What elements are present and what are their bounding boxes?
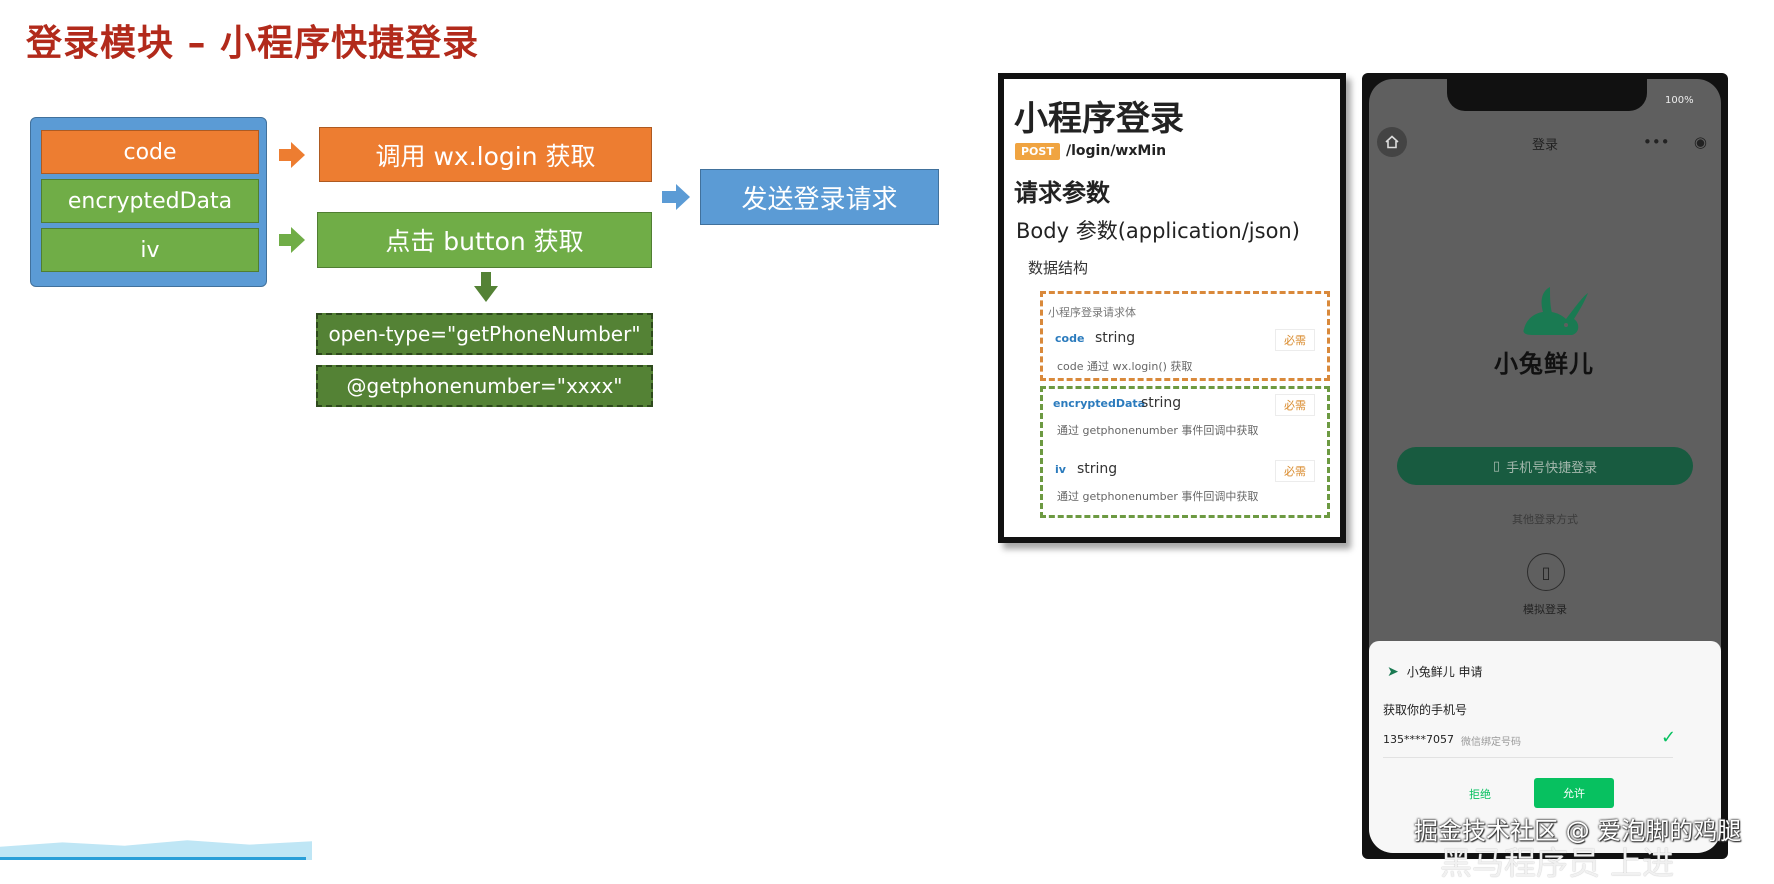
close-mini-program-icon[interactable]: ◉ <box>1694 133 1707 151</box>
battery-level: 100% <box>1665 95 1694 106</box>
arrow-right-icon <box>279 142 305 168</box>
more-icon[interactable]: ••• <box>1643 133 1670 151</box>
mobile-phone-icon: ▯ <box>1492 458 1501 474</box>
phone-fields-highlight: encryptedData string 必需 通过 getphonenumbe… <box>1040 386 1330 518</box>
app-request-label: 小兔鲜儿 申请 <box>1406 665 1483 679</box>
field-name: code <box>1055 332 1085 345</box>
slide-title: 登录模块 – 小程序快捷登录 <box>26 23 480 64</box>
phone-screen: 100% 登录 ••• ◉ 小兔鲜儿 ▯ 手机号快捷登录 其他登录方式 ▯ 模拟… <box>1369 79 1721 853</box>
sheet-app-request: ➤ 小兔鲜儿 申请 <box>1387 663 1483 680</box>
quick-login-label: 手机号快捷登录 <box>1506 460 1598 476</box>
required-badge: 必需 <box>1275 394 1315 416</box>
api-doc-panel: 小程序登录 POST /login/wxMin 请求参数 Body 参数(app… <box>998 73 1346 543</box>
phone-quick-login-button[interactable]: ▯ 手机号快捷登录 <box>1397 447 1693 485</box>
doc-title: 小程序登录 <box>1014 99 1184 139</box>
schema-name: 小程序登录请求体 <box>1048 306 1136 319</box>
simulated-login-button[interactable]: ▯ <box>1527 553 1565 591</box>
required-badge: 必需 <box>1275 329 1315 351</box>
field-desc: 通过 getphonenumber 事件回调中获取 <box>1057 424 1259 437</box>
step-send-request: 发送登录请求 <box>700 169 939 225</box>
data-structure-label: 数据结构 <box>1028 259 1089 277</box>
divider <box>1383 757 1673 758</box>
allow-button[interactable]: 允许 <box>1534 778 1614 808</box>
community-watermark: 掘金技术社区 @ 爱泡脚的鸡腿 <box>1414 817 1742 845</box>
code-field-highlight: 小程序登录请求体 code string 必需 code 通过 wx.login… <box>1040 291 1330 381</box>
simulated-login-label: 模拟登录 <box>1523 603 1567 616</box>
step-wx-login: 调用 wx.login 获取 <box>319 127 652 182</box>
phone-number-option[interactable]: 135****7057 <box>1383 733 1454 746</box>
param-group: code encryptedData iv <box>30 117 267 287</box>
field-name: encryptedData <box>1053 397 1146 410</box>
arrow-down-icon <box>474 272 498 302</box>
body-heading: Body 参数(application/json) <box>1016 219 1300 243</box>
capsule-menu[interactable]: ••• ◉ <box>1639 129 1711 155</box>
open-type-attr: open-type="getPhoneNumber" <box>316 313 653 355</box>
param-iv: iv <box>41 228 259 272</box>
param-code: code <box>41 130 259 174</box>
brand-name: 小兔鲜儿 <box>1494 350 1594 378</box>
phone-number-note: 微信绑定号码 <box>1461 737 1521 748</box>
sheet-question: 获取你的手机号 <box>1383 703 1468 717</box>
other-login-label: 其他登录方式 <box>1512 513 1578 526</box>
event-binding-attr: @getphonenumber="xxxx" <box>316 365 653 407</box>
field-name: iv <box>1055 463 1066 476</box>
field-type: string <box>1095 330 1136 346</box>
endpoint-path: /login/wxMin <box>1066 143 1167 159</box>
arrow-right-icon <box>662 184 690 210</box>
field-type: string <box>1077 461 1118 477</box>
arrow-right-icon <box>279 227 305 253</box>
step-button-get: 点击 button 获取 <box>317 212 652 268</box>
param-encrypted-data: encryptedData <box>41 179 259 223</box>
field-desc: code 通过 wx.login() 获取 <box>1057 360 1193 373</box>
check-icon: ✓ <box>1661 727 1677 748</box>
field-type: string <box>1141 395 1182 411</box>
mobile-phone-icon: ▯ <box>1541 562 1551 582</box>
reject-button[interactable]: 拒绝 <box>1469 786 1491 802</box>
rabbit-logo-icon: ➤ <box>1387 663 1399 680</box>
required-badge: 必需 <box>1275 460 1315 482</box>
bottom-line-decoration <box>0 857 306 860</box>
method-badge: POST <box>1015 143 1060 160</box>
phone-notch <box>1447 79 1647 111</box>
field-desc: 通过 getphonenumber 事件回调中获取 <box>1057 490 1259 503</box>
params-heading: 请求参数 <box>1014 179 1110 207</box>
